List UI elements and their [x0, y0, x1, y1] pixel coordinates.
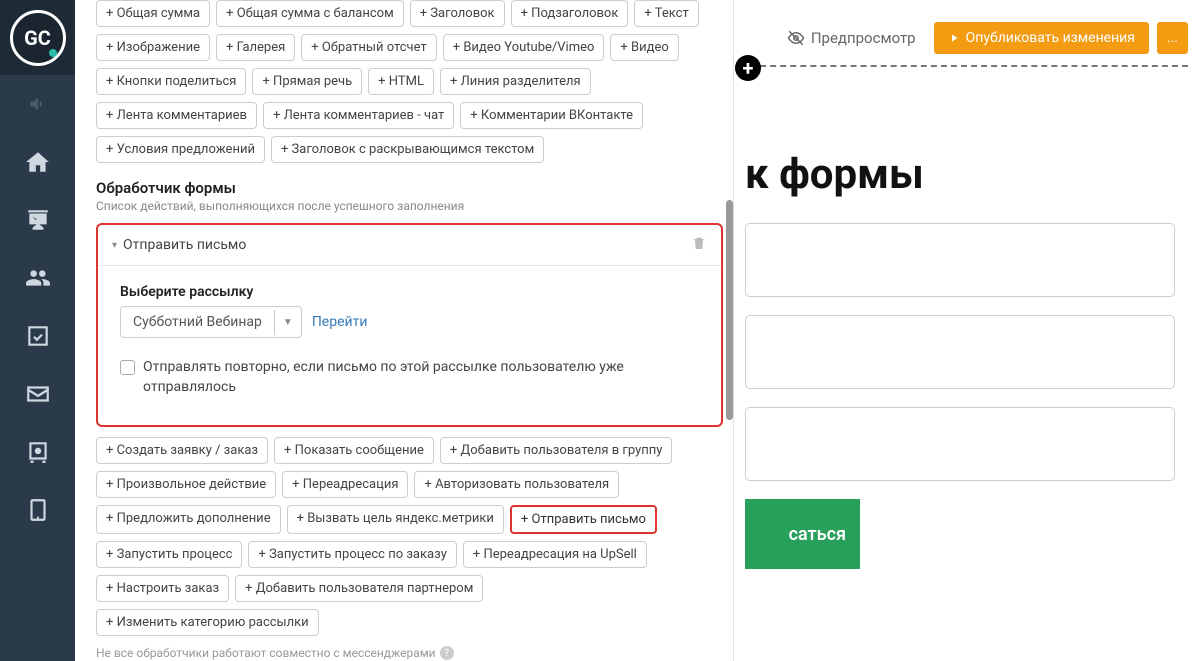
handler-item-title: Отправить письмо: [123, 237, 246, 253]
publish-button[interactable]: Опубликовать изменения: [934, 22, 1149, 54]
add-section-button[interactable]: +: [735, 55, 761, 81]
mailing-select[interactable]: Субботний Вебинар ▼: [120, 306, 302, 338]
form-input-3[interactable]: [745, 407, 1175, 481]
form-title-fragment: к формы: [745, 150, 1175, 199]
more-button[interactable]: ...: [1157, 22, 1188, 54]
topbar: Предпросмотр Опубликовать изменения ...: [777, 22, 1188, 54]
preview-button[interactable]: Предпросмотр: [777, 23, 926, 53]
tag-divider[interactable]: + Линия разделителя: [440, 68, 591, 95]
tag-video[interactable]: + Видео: [610, 34, 678, 61]
tag-suggest-addon[interactable]: + Предложить дополнение: [96, 505, 281, 534]
content-tag-row-4: + Лента комментариев + Лента комментарие…: [96, 102, 723, 129]
tag-quote[interactable]: + Прямая речь: [252, 68, 362, 95]
tag-countdown[interactable]: + Обратный отсчет: [301, 34, 436, 61]
action-tag-row-6: + Изменить категорию рассылки: [96, 609, 723, 636]
sidebar: GC: [0, 0, 75, 661]
mailing-select-value: Субботний Вебинар: [121, 307, 274, 337]
dropdown-arrow-icon[interactable]: ▼: [274, 310, 301, 335]
presentation-icon[interactable]: [0, 191, 75, 249]
handler-item-body: Выберите рассылку Субботний Вебинар ▼ Пе…: [98, 266, 721, 425]
form-input-2[interactable]: [745, 315, 1175, 389]
tag-gallery[interactable]: + Галерея: [216, 34, 295, 61]
tag-heading[interactable]: + Заголовок: [410, 0, 505, 27]
delete-handler-button[interactable]: [691, 235, 707, 255]
footer-note: Не все обработчики работают совместно с …: [96, 646, 723, 660]
tag-change-category[interactable]: + Изменить категорию рассылки: [96, 609, 319, 636]
tag-add-partner[interactable]: + Добавить пользователя партнером: [235, 575, 483, 602]
tag-show-message[interactable]: + Показать сообщение: [274, 437, 434, 464]
logo-text: GC: [10, 10, 66, 66]
tag-accordion[interactable]: + Заголовок с раскрывающимся текстом: [271, 136, 544, 163]
form-preview: к формы саться: [745, 150, 1175, 569]
scrollbar[interactable]: [726, 200, 733, 420]
tag-comments-chat[interactable]: + Лента комментариев - чат: [263, 102, 454, 129]
checkbox-icon[interactable]: [0, 307, 75, 365]
tag-start-process[interactable]: + Запустить процесс: [96, 541, 242, 568]
tag-upsell-redirect[interactable]: + Переадресация на UpSell: [463, 541, 647, 568]
tag-offer-terms[interactable]: + Условия предложений: [96, 136, 265, 163]
settings-panel: + Общая сумма + Общая сумма с балансом +…: [86, 0, 734, 661]
action-tag-row-1: + Создать заявку / заказ + Показать сооб…: [96, 437, 723, 464]
handler-item-header[interactable]: ▾ Отправить письмо: [98, 225, 721, 266]
mail-icon[interactable]: [0, 365, 75, 423]
sound-icon[interactable]: [0, 75, 75, 133]
tag-custom-action[interactable]: + Произвольное действие: [96, 471, 276, 498]
tag-vk-comments[interactable]: + Комментарии ВКонтакте: [460, 102, 643, 129]
content-tag-row-2: + Изображение + Галерея + Обратный отсче…: [96, 34, 723, 61]
chevron-down-icon: ▾: [112, 240, 117, 251]
select-label: Выберите рассылку: [120, 284, 699, 300]
content-tag-row-1: + Общая сумма + Общая сумма с балансом +…: [96, 0, 723, 27]
handler-subtitle: Список действий, выполняющихся после усп…: [96, 199, 723, 213]
form-input-1[interactable]: [745, 223, 1175, 297]
tag-comments[interactable]: + Лента комментариев: [96, 102, 257, 129]
tag-share[interactable]: + Кнопки поделиться: [96, 68, 246, 95]
tag-image[interactable]: + Изображение: [96, 34, 210, 61]
tag-start-order-process[interactable]: + Запустить процесс по заказу: [248, 541, 456, 568]
tag-text[interactable]: + Текст: [634, 0, 698, 27]
tag-configure-order[interactable]: + Настроить заказ: [96, 575, 229, 602]
tag-total-balance[interactable]: + Общая сумма с балансом: [216, 0, 404, 27]
action-tag-row-4: + Запустить процесс + Запустить процесс …: [96, 541, 723, 568]
tag-video-yt[interactable]: + Видео Youtube/Vimeo: [443, 34, 605, 61]
publish-label: Опубликовать изменения: [966, 30, 1135, 46]
content-tag-row-3: + Кнопки поделиться + Прямая речь + HTML…: [96, 68, 723, 95]
handler-title: Обработчик формы: [96, 179, 723, 197]
tag-subheading[interactable]: + Подзаголовок: [511, 0, 629, 27]
safe-icon[interactable]: [0, 423, 75, 481]
resend-checkbox[interactable]: [120, 360, 135, 375]
goto-link[interactable]: Перейти: [312, 314, 368, 330]
home-icon[interactable]: [0, 133, 75, 191]
users-icon[interactable]: [0, 249, 75, 307]
tag-create-order[interactable]: + Создать заявку / заказ: [96, 437, 268, 464]
content-tag-row-5: + Условия предложений + Заголовок с раск…: [96, 136, 723, 163]
mobile-icon[interactable]: [0, 481, 75, 539]
action-tag-row-3: + Предложить дополнение + Вызвать цель я…: [96, 505, 723, 534]
tag-html[interactable]: + HTML: [368, 68, 434, 95]
handler-item-box: ▾ Отправить письмо Выберите рассылку Суб…: [96, 223, 723, 427]
form-submit-fragment[interactable]: саться: [745, 499, 860, 569]
tag-total[interactable]: + Общая сумма: [96, 0, 210, 27]
help-icon[interactable]: ?: [440, 646, 454, 660]
tag-yandex-goal[interactable]: + Вызвать цель яндекс.метрики: [287, 505, 504, 534]
resend-checkbox-label: Отправлять повторно, если письмо по этой…: [143, 358, 699, 397]
action-tag-row-5: + Настроить заказ + Добавить пользовател…: [96, 575, 723, 602]
tag-authorize[interactable]: + Авторизовать пользователя: [414, 471, 619, 498]
tag-send-email[interactable]: + Отправить письмо: [510, 505, 657, 534]
footer-note-text: Не все обработчики работают совместно с …: [96, 646, 436, 660]
tag-add-to-group[interactable]: + Добавить пользователя в группу: [440, 437, 673, 464]
logo[interactable]: GC: [0, 0, 75, 75]
action-tag-row-2: + Произвольное действие + Переадресация …: [96, 471, 723, 498]
tag-redirect[interactable]: + Переадресация: [282, 471, 408, 498]
preview-label: Предпросмотр: [811, 29, 916, 47]
divider-line: [740, 65, 1188, 67]
